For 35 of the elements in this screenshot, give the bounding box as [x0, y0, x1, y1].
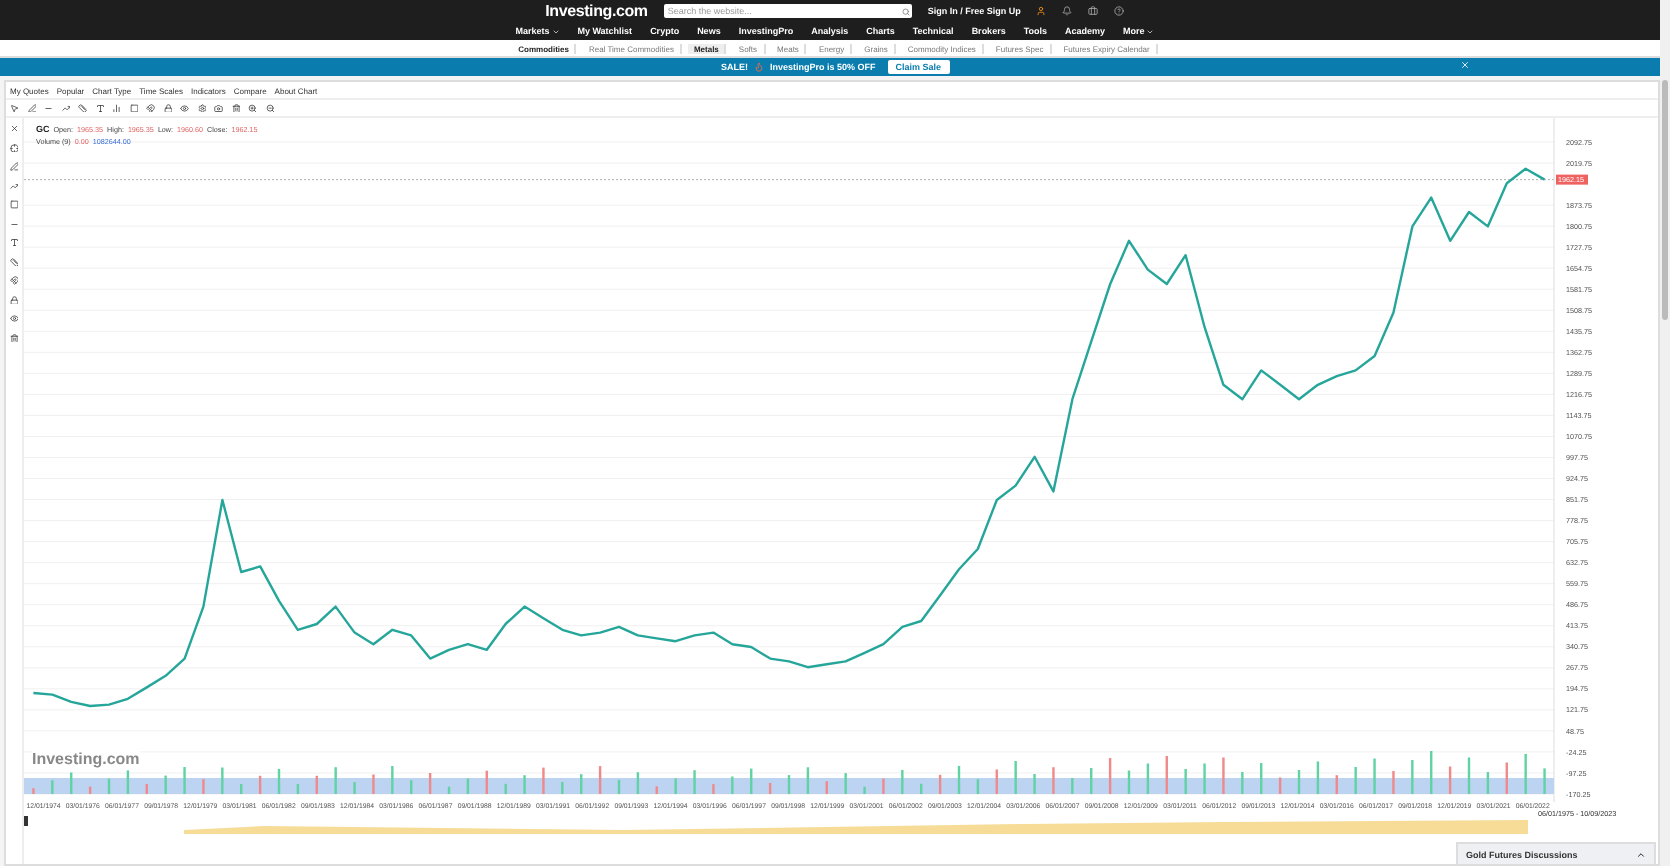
tool-icon[interactable]: [9, 181, 19, 190]
search-icon[interactable]: [901, 7, 910, 15]
toolbar-icon[interactable]: [78, 103, 87, 113]
chevron-icon[interactable]: [1636, 849, 1646, 859]
toolbar-icon[interactable]: [61, 103, 70, 113]
tool-icon[interactable]: [9, 162, 19, 171]
tool-icon[interactable]: [9, 276, 19, 285]
toolbar-icon[interactable]: [214, 103, 223, 113]
toolbar-icon[interactable]: [197, 103, 206, 113]
toolbar-icon[interactable]: [27, 103, 36, 113]
flame-icon: [753, 62, 764, 72]
tool-icon[interactable]: [9, 333, 19, 342]
site-logo[interactable]: Investing.com: [545, 2, 648, 20]
help-icon[interactable]: [1114, 6, 1125, 16]
toolbar-icon[interactable]: [129, 103, 138, 113]
toolbar-icon[interactable]: [95, 103, 104, 113]
toolbar-icon[interactable]: [10, 103, 19, 113]
briefcase-icon[interactable]: [1088, 6, 1099, 16]
toolbar-icon[interactable]: [112, 103, 121, 113]
tool-icon[interactable]: [9, 143, 19, 152]
tool-icon[interactable]: [9, 295, 19, 304]
tool-icon[interactable]: [9, 238, 19, 247]
toolbar-icon[interactable]: [180, 103, 189, 113]
tool-icon[interactable]: [9, 257, 19, 266]
tool-icon[interactable]: [9, 314, 19, 323]
bell-icon[interactable]: [1062, 6, 1073, 16]
toolbar-icon[interactable]: [248, 103, 257, 113]
toolbar-icon[interactable]: [146, 103, 155, 113]
toolbar-icon[interactable]: [231, 103, 240, 113]
chart-logo: Investing.com: [32, 750, 140, 768]
toolbar-icon[interactable]: [265, 103, 274, 113]
toolbar-icon[interactable]: [163, 103, 172, 113]
tool-icon[interactable]: [9, 200, 19, 209]
user-icon[interactable]: [1036, 6, 1047, 16]
scrollbar[interactable]: [1660, 0, 1670, 866]
